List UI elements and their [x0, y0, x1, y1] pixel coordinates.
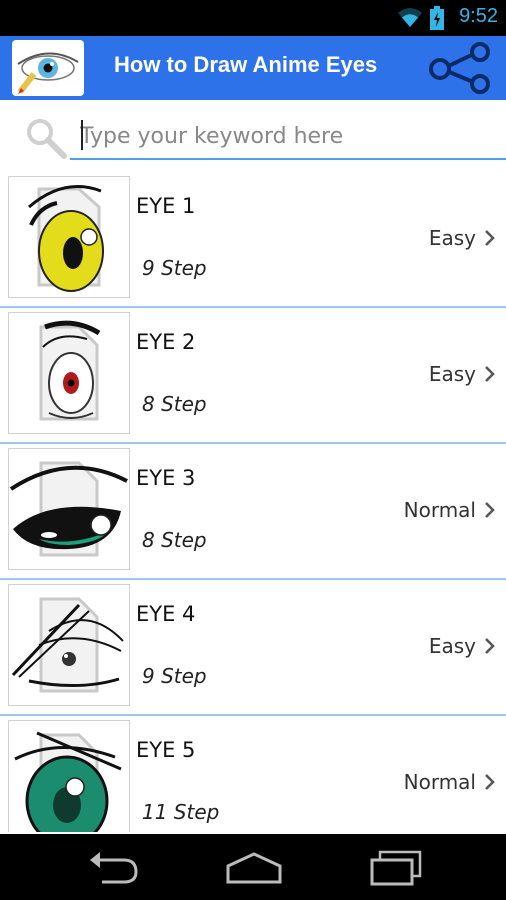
list-item-eye-5[interactable]: EYE 5 11 Step Normal	[0, 716, 506, 832]
eye-thumbnail	[8, 312, 130, 434]
search-icon	[27, 119, 67, 159]
app-title: How to Draw Anime Eyes	[114, 52, 378, 77]
item-title: EYE 1	[136, 194, 196, 218]
chevron-right-icon	[485, 366, 495, 382]
eye-thumbnail	[8, 584, 130, 706]
chevron-right-icon	[485, 230, 495, 246]
eye-thumbnail	[8, 720, 130, 832]
difficulty-label: Easy	[428, 226, 476, 250]
search-input[interactable]	[70, 114, 506, 160]
home-icon[interactable]	[224, 848, 284, 886]
item-title: EYE 2	[136, 330, 196, 354]
app-logo-icon	[12, 40, 84, 96]
list-item-eye-2[interactable]: EYE 2 8 Step Easy	[0, 308, 506, 444]
navigation-bar	[0, 834, 506, 900]
item-steps: 9 Step	[142, 256, 207, 280]
recents-icon[interactable]	[366, 848, 426, 886]
status-bar: 9:52	[0, 0, 506, 36]
difficulty-label: Normal	[403, 498, 476, 522]
chevron-right-icon	[485, 638, 495, 654]
item-title: EYE 5	[136, 738, 196, 762]
search-bar	[0, 100, 506, 170]
action-bar: How to Draw Anime Eyes	[0, 36, 506, 100]
text-cursor	[81, 120, 83, 150]
item-title: EYE 4	[136, 602, 196, 626]
chevron-right-icon	[485, 502, 495, 518]
share-icon[interactable]	[422, 42, 496, 94]
wifi-icon	[398, 8, 422, 27]
eye-thumbnail	[8, 176, 130, 298]
item-title: EYE 3	[136, 466, 196, 490]
item-steps: 11 Step	[142, 800, 220, 824]
list-item-eye-3[interactable]: EYE 3 8 Step Normal	[0, 444, 506, 580]
list-item-eye-4[interactable]: EYE 4 9 Step Easy	[0, 580, 506, 716]
clock-time: 9:52	[459, 5, 498, 27]
back-icon[interactable]	[84, 848, 144, 886]
list-item-eye-1[interactable]: EYE 1 9 Step Easy	[0, 172, 506, 308]
chevron-right-icon	[485, 774, 495, 790]
eye-thumbnail	[8, 448, 130, 570]
difficulty-label: Normal	[403, 770, 476, 794]
item-steps: 9 Step	[142, 664, 207, 688]
eye-list: EYE 1 9 Step Easy EYE 2 8 Step Easy EYE …	[0, 172, 506, 832]
item-steps: 8 Step	[142, 528, 207, 552]
difficulty-label: Easy	[428, 634, 476, 658]
battery-icon	[430, 6, 444, 30]
item-steps: 8 Step	[142, 392, 207, 416]
difficulty-label: Easy	[428, 362, 476, 386]
